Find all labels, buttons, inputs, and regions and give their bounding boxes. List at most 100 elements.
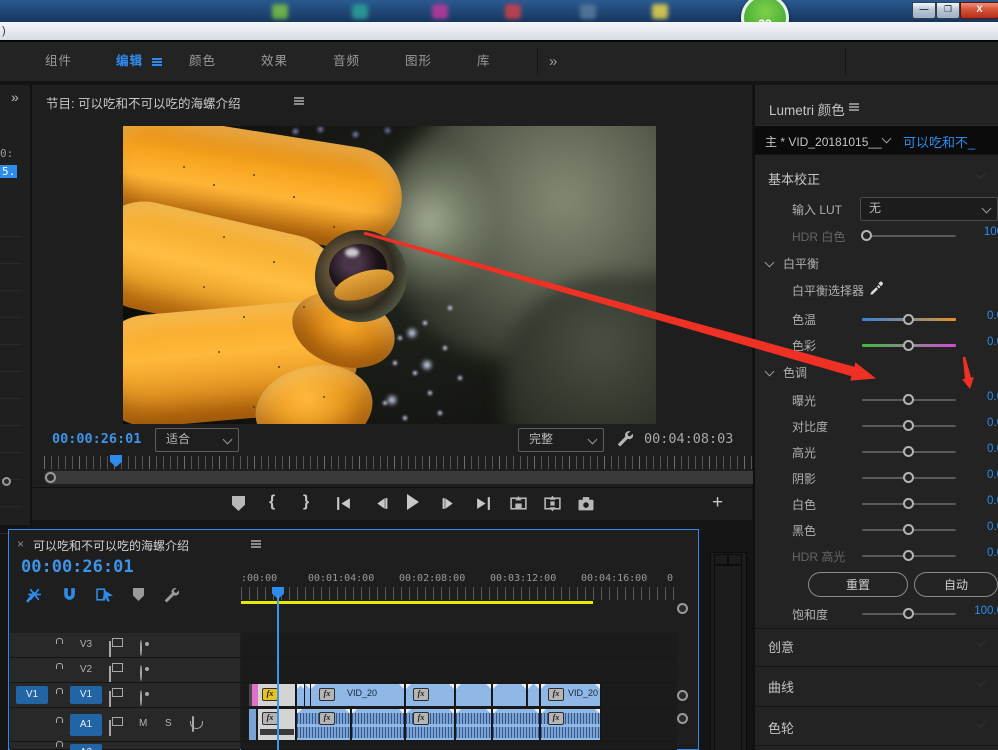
contrast-value[interactable]: 0.0 xyxy=(957,417,998,429)
track-target-v2[interactable]: V2 xyxy=(70,661,102,679)
go-to-in-button[interactable] xyxy=(335,495,352,512)
timeline-settings-wrench-icon[interactable] xyxy=(162,586,179,603)
tab-overflow-chevron[interactable]: » xyxy=(549,42,558,81)
tab-assembly[interactable]: 组件 xyxy=(45,42,72,81)
track-target-a1[interactable]: A1 xyxy=(70,714,102,736)
blacks-slider[interactable] xyxy=(862,524,956,535)
track-target-v1[interactable]: V1 xyxy=(70,686,102,704)
toggle-track-visibility-eye-icon[interactable] xyxy=(140,665,149,681)
timeline-timecode[interactable]: 00:00:26:01 xyxy=(21,557,134,577)
mute-button[interactable]: M xyxy=(139,718,147,729)
tab-effects[interactable]: 效果 xyxy=(261,42,288,81)
fx-badge[interactable]: fx xyxy=(262,712,278,725)
collapse-chevron-icon[interactable] xyxy=(764,257,775,268)
section-color-wheels[interactable]: 色轮 xyxy=(768,718,794,737)
fx-badge[interactable]: fx xyxy=(413,688,429,701)
panel-menu-icon[interactable] xyxy=(849,106,859,108)
tab-editing[interactable]: 编辑 xyxy=(116,42,143,81)
audio-clip[interactable] xyxy=(493,709,540,740)
insert-overwrite-sequence-icon[interactable] xyxy=(26,586,43,603)
play-button[interactable] xyxy=(407,494,419,513)
clipped-selected-item[interactable]: 5. xyxy=(0,165,18,178)
saturation-slider[interactable] xyxy=(862,608,956,619)
tab-menu-icon[interactable] xyxy=(152,61,162,63)
program-zoom-scrollbar[interactable] xyxy=(44,471,770,484)
contrast-slider[interactable] xyxy=(862,420,956,431)
solo-button[interactable]: S xyxy=(165,718,172,729)
zoom-handle-left[interactable] xyxy=(45,472,56,483)
clip[interactable] xyxy=(528,684,540,706)
zoom-level-select[interactable]: 适合 xyxy=(155,428,239,452)
temperature-value[interactable]: 0.0 xyxy=(957,310,998,322)
track-lane-v2[interactable] xyxy=(241,658,677,683)
auto-button[interactable]: 自动 xyxy=(914,572,998,597)
whites-slider[interactable] xyxy=(862,498,956,509)
video-frame[interactable] xyxy=(123,126,656,424)
timeline-tab-title[interactable]: 可以吃和不可以吃的海螺介绍 xyxy=(33,537,189,554)
eyedropper-icon[interactable] xyxy=(868,279,884,295)
fx-badge[interactable]: fx xyxy=(262,688,278,701)
track-lane-v1[interactable]: fx fx VID_20 fx fx VID_20 xyxy=(241,683,677,708)
exposure-slider[interactable] xyxy=(862,394,956,405)
audio-clip[interactable] xyxy=(249,709,256,740)
mark-in-button[interactable]: { xyxy=(269,493,275,511)
v-scroll-handle[interactable] xyxy=(677,713,688,724)
playback-resolution-select[interactable]: 完整 xyxy=(518,428,604,452)
toggle-track-visibility-eye-icon[interactable] xyxy=(140,690,149,706)
tab-libraries[interactable]: 库 xyxy=(477,42,491,81)
fx-badge[interactable]: fx xyxy=(319,688,335,701)
clip[interactable] xyxy=(297,684,305,706)
highlights-slider[interactable] xyxy=(862,446,956,457)
go-to-out-button[interactable] xyxy=(475,495,492,512)
track-target-v3[interactable]: V3 xyxy=(70,636,102,654)
scroll-knob[interactable] xyxy=(2,477,11,486)
temperature-slider[interactable] xyxy=(862,314,956,325)
whites-value[interactable]: 0.0 xyxy=(957,495,998,507)
saturation-value[interactable]: 100.0 xyxy=(957,605,998,617)
hdr-white-slider[interactable] xyxy=(861,230,956,241)
h-scroll-handle[interactable] xyxy=(677,603,688,614)
expand-panel-chevron[interactable]: » xyxy=(11,89,19,105)
snap-magnet-icon[interactable] xyxy=(61,586,78,603)
mark-out-button[interactable]: } xyxy=(303,493,309,511)
track-target-a2[interactable]: A2 xyxy=(70,744,102,750)
shadows-value[interactable]: 0.0 xyxy=(957,469,998,481)
tab-color[interactable]: 颜色 xyxy=(189,42,216,81)
panel-menu-icon[interactable] xyxy=(294,100,304,102)
track-output-icon[interactable] xyxy=(109,663,123,682)
track-output-icon[interactable] xyxy=(109,638,123,657)
hdr-highlight-value[interactable]: 0.0 xyxy=(957,547,998,559)
settings-wrench-icon[interactable] xyxy=(615,429,633,447)
timeline-playhead-line[interactable] xyxy=(277,596,279,750)
shadows-slider[interactable] xyxy=(862,472,956,483)
voiceover-mic-icon[interactable] xyxy=(190,716,203,732)
v-scroll-handle[interactable] xyxy=(677,690,688,701)
fx-badge[interactable]: fx xyxy=(548,712,564,725)
minimize-button[interactable]: — xyxy=(912,2,936,19)
hdr-white-value[interactable]: 100 xyxy=(957,226,998,238)
add-marker-button[interactable] xyxy=(232,496,245,514)
track-lane-v3[interactable] xyxy=(241,633,677,658)
hdr-highlight-slider[interactable] xyxy=(862,550,956,561)
panel-menu-icon[interactable] xyxy=(251,543,261,545)
add-marker-icon[interactable] xyxy=(133,588,144,604)
restore-button[interactable]: ❐ xyxy=(936,2,960,19)
track-output-icon[interactable] xyxy=(109,688,123,707)
input-lut-select[interactable]: 无 xyxy=(860,197,998,221)
section-creative[interactable]: 创意 xyxy=(768,637,794,656)
timeline-ruler[interactable] xyxy=(241,587,677,600)
toggle-track-visibility-eye-icon[interactable] xyxy=(140,640,149,656)
step-back-button[interactable] xyxy=(372,495,389,512)
fx-badge[interactable]: fx xyxy=(413,712,429,725)
fx-badge[interactable]: fx xyxy=(548,688,564,701)
lift-button[interactable] xyxy=(509,495,528,512)
section-basic-correction[interactable]: 基本校正 xyxy=(768,169,820,188)
audio-clip[interactable] xyxy=(352,709,405,740)
tab-graphics[interactable]: 图形 xyxy=(405,42,432,81)
export-frame-button[interactable] xyxy=(577,496,595,512)
tone-group-label[interactable]: 色调 xyxy=(783,364,807,381)
step-forward-button[interactable] xyxy=(441,495,458,512)
extract-button[interactable] xyxy=(543,495,562,512)
sequence-clip-name[interactable]: 可以吃和不_ xyxy=(903,132,975,151)
collapse-chevron-icon[interactable] xyxy=(764,366,775,377)
